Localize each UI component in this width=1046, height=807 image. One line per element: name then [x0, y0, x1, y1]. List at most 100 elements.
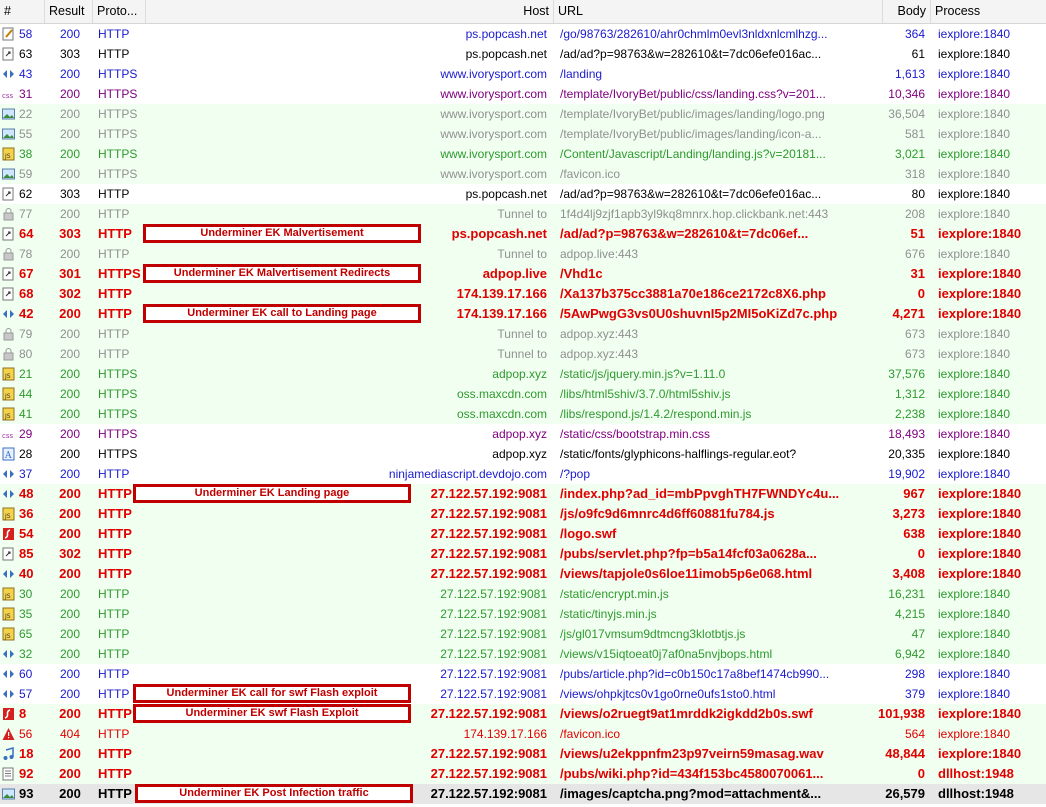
session-row[interactable]: 54 200 HTTP 27.122.57.192:9081/logo.swf 638 i… — [0, 524, 1046, 544]
session-row[interactable]: JS 21 200 HTTPS adpop.xyz/static/js/jquery.m… — [0, 364, 1046, 384]
session-row[interactable]: JS 35 200 HTTP 27.122.57.192:9081/static/tin… — [0, 604, 1046, 624]
session-number: 28 — [19, 447, 33, 461]
column-header-process[interactable]: Process — [931, 0, 1046, 23]
session-body-size: 31 — [910, 266, 925, 281]
session-result: 200 — [59, 526, 81, 541]
session-row[interactable]: 85 302 HTTP 27.122.57.192:9081/pubs/servlet… — [0, 544, 1046, 564]
session-host: www.ivorysport.com — [440, 167, 547, 181]
session-process: iexplore:1840 — [938, 207, 1011, 221]
session-body-size: 61 — [911, 47, 925, 61]
session-body-size: 638 — [903, 526, 925, 541]
session-body-size: 208 — [904, 207, 925, 221]
session-body-size: 48,844 — [885, 746, 925, 761]
session-number: 40 — [19, 566, 34, 581]
session-body-size: 19,902 — [888, 467, 925, 481]
session-row[interactable]: 68 302 HTTP 174.139.17.166/Xa137b375cc3881a… — [0, 284, 1046, 304]
session-process: iexplore:1840 — [938, 506, 1022, 521]
session-row[interactable]: 56 404 HTTP 174.139.17.166/favicon.ico 564 ie… — [0, 724, 1046, 744]
session-process: iexplore:1840 — [938, 226, 1022, 241]
session-body-size: 20,335 — [888, 447, 925, 461]
session-host: 27.122.57.192:9081 — [440, 587, 547, 601]
session-row[interactable]: 40 200 HTTP 27.122.57.192:9081/views/tapjol… — [0, 564, 1046, 584]
session-protocol: HTTP — [98, 467, 130, 481]
session-process: iexplore:1840 — [938, 486, 1022, 501]
column-header-url[interactable]: URL — [554, 0, 883, 23]
svg-text:JS: JS — [4, 153, 11, 160]
session-host: www.ivorysport.com — [440, 147, 547, 161]
session-number: 32 — [19, 647, 33, 661]
session-row[interactable]: JS 30 200 HTTP 27.122.57.192:9081/static/enc… — [0, 584, 1046, 604]
session-row[interactable]: JS 65 200 HTTP 27.122.57.192:9081/js/gl017vm… — [0, 624, 1046, 644]
session-process: iexplore:1840 — [938, 687, 1011, 701]
image-icon — [2, 127, 15, 141]
session-url: /template/IvoryBet/public/css/landing.cs… — [560, 87, 826, 101]
session-row[interactable]: css 31 200 HTTPS www.ivorysport.com/template… — [0, 84, 1046, 104]
session-number: 44 — [19, 387, 33, 401]
session-protocol: HTTP — [98, 607, 130, 621]
session-row[interactable]: 92 200 HTTP 27.122.57.192:9081/pubs/wiki.ph… — [0, 764, 1046, 784]
column-header-result[interactable]: Result — [45, 0, 93, 23]
session-number: 55 — [19, 127, 33, 141]
session-row[interactable]: JS 41 200 HTTPS oss.maxcdn.com/libs/respond.… — [0, 404, 1046, 424]
session-process: dllhost:1948 — [938, 766, 1014, 781]
session-url: /static/fonts/glyphicons-halflings-regul… — [560, 447, 797, 461]
session-row[interactable]: 32 200 HTTP 27.122.57.192:9081/views/v15iqt… — [0, 644, 1046, 664]
session-row[interactable]: 58 200 HTTP ps.popcash.net/go/98763/282610/… — [0, 24, 1046, 44]
session-number: 21 — [19, 367, 33, 381]
session-url: /views/ohpkjtcs0v1go0rne0ufs1sto0.html — [560, 687, 776, 701]
session-number: 43 — [19, 67, 33, 81]
column-header-body[interactable]: Body — [883, 0, 931, 23]
session-body-size: 37,576 — [888, 367, 925, 381]
session-result: 200 — [59, 407, 81, 421]
session-host: 27.122.57.192:9081 — [430, 766, 547, 781]
session-host: Tunnel to — [497, 247, 547, 261]
session-row[interactable]: 43 200 HTTPS www.ivorysport.com/landing 1,61… — [0, 64, 1046, 84]
session-number: 85 — [19, 546, 34, 561]
session-body-size: 80 — [911, 187, 925, 201]
session-row[interactable]: 63 303 HTTP ps.popcash.net/ad/ad?p=98763&w=… — [0, 44, 1046, 64]
js-icon: JS — [2, 387, 15, 401]
column-header-protocol[interactable]: Proto... — [93, 0, 146, 23]
session-process: iexplore:1840 — [938, 627, 1011, 641]
session-row[interactable]: JS 38 200 HTTPS www.ivorysport.com/Content/J… — [0, 144, 1046, 164]
session-host: 27.122.57.192:9081 — [440, 667, 547, 681]
session-row[interactable]: 55 200 HTTPS www.ivorysport.com/template/Iv… — [0, 124, 1046, 144]
image-icon — [2, 167, 15, 181]
session-row[interactable]: 37 200 HTTP ninjamediascript.devdojo.com /?p… — [0, 464, 1046, 484]
session-url: /views/u2ekppnfm23p97veirn59masag.wav — [560, 746, 824, 761]
session-row[interactable]: 77 200 HTTP Tunnel to 1f4d4lj9zjf1apb3yl9kq8… — [0, 204, 1046, 224]
session-host: ninjamediascript.devdojo.com — [388, 467, 547, 481]
annotation-label: Underminer EK Malvertisement — [143, 224, 421, 243]
column-header-num[interactable]: # — [0, 0, 45, 23]
session-process: iexplore:1840 — [938, 467, 1011, 481]
js-icon: JS — [2, 507, 15, 521]
session-row[interactable]: 78 200 HTTP Tunnel to adpop.live:443 676 iexpl… — [0, 244, 1046, 264]
session-row[interactable]: 79 200 HTTP Tunnel to adpop.xyz:443 673 iexplo… — [0, 324, 1046, 344]
session-row[interactable]: 59 200 HTTPS www.ivorysport.com/favicon.ico… — [0, 164, 1046, 184]
session-protocol: HTTP — [98, 286, 132, 301]
session-number: 78 — [19, 247, 33, 261]
session-process: iexplore:1840 — [938, 546, 1022, 561]
session-row[interactable]: 80 200 HTTP Tunnel to adpop.xyz:443 673 iexplo… — [0, 344, 1046, 364]
session-list[interactable]: # Result Proto... Host URL Body Process … — [0, 0, 1046, 806]
html-icon — [2, 667, 15, 681]
html-icon — [2, 307, 15, 321]
session-row[interactable]: JS 44 200 HTTPS oss.maxcdn.com/libs/html5shi… — [0, 384, 1046, 404]
session-process: iexplore:1840 — [938, 587, 1011, 601]
svg-text:JS: JS — [4, 393, 11, 400]
session-url: /static/js/jquery.min.js?v=1.11.0 — [560, 367, 726, 381]
session-row[interactable]: JS 36 200 HTTP 27.122.57.192:9081/js/o9fc9d6… — [0, 504, 1046, 524]
session-body-size: 3,273 — [892, 506, 925, 521]
session-protocol: HTTP — [98, 226, 132, 241]
session-row[interactable]: 18 200 HTTP 27.122.57.192:9081/views/u2ekpp… — [0, 744, 1046, 764]
session-result: 200 — [59, 746, 81, 761]
session-row[interactable]: 60 200 HTTP 27.122.57.192:9081/pubs/article… — [0, 664, 1046, 684]
session-protocol: HTTP — [98, 667, 130, 681]
session-row[interactable]: 22 200 HTTPS www.ivorysport.com/template/Iv… — [0, 104, 1046, 124]
column-header-host[interactable]: Host — [146, 0, 554, 23]
session-row[interactable]: 62 303 HTTP ps.popcash.net/ad/ad?p=98763&w=… — [0, 184, 1046, 204]
session-process: iexplore:1840 — [938, 306, 1022, 321]
session-number: 36 — [19, 506, 34, 521]
session-row[interactable]: A 28 200 HTTPS adpop.xyz/static/fonts/glyphi… — [0, 444, 1046, 464]
session-row[interactable]: css 29 200 HTTPS adpop.xyz/static/css/bootst… — [0, 424, 1046, 444]
